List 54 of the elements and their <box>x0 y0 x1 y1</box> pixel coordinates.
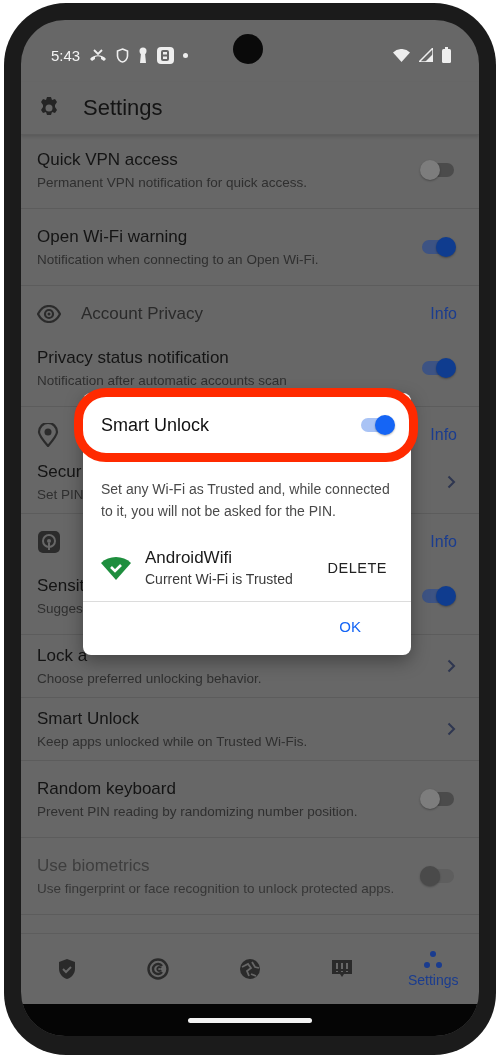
home-indicator[interactable] <box>188 1017 312 1023</box>
c-letter-circle-icon <box>147 958 170 980</box>
info-link[interactable]: Info <box>430 305 457 323</box>
chevron-right-icon[interactable] <box>447 475 456 489</box>
setting-description: Notification when connecting to an Open Wi-Fi. <box>37 252 319 267</box>
chevron-right-icon[interactable] <box>447 659 456 673</box>
shield-icon <box>116 47 130 63</box>
setting-title: Lock a <box>37 646 88 666</box>
toggle-switch[interactable] <box>359 415 395 435</box>
setting-title: Sensit <box>37 576 85 596</box>
info-link[interactable]: Info <box>430 533 457 551</box>
dialog-description: Set any Wi-Fi as Trusted and, while connected to it, you will not be asked for the PIN. <box>100 480 391 521</box>
status-time: 5:43 <box>51 46 81 64</box>
setting-title: Open Wi-Fi warning <box>37 227 188 247</box>
setting-description: Choose preferred unlocking behavior. <box>37 671 262 686</box>
setting-title: Quick VPN access <box>37 150 178 170</box>
toggle-switch[interactable] <box>420 237 456 257</box>
toggle-switch[interactable] <box>420 160 456 180</box>
dot-icon <box>183 52 189 58</box>
setting-description: Notification after automatic accounts scan <box>37 373 287 388</box>
nav-tab[interactable]: Settings <box>387 944 479 994</box>
toggle-switch[interactable] <box>420 586 456 606</box>
info-link[interactable]: Info <box>430 426 457 444</box>
setting-title: Smart Unlock <box>37 709 140 729</box>
setting-description: Sugges <box>37 601 83 616</box>
setting-description: Keep apps unlocked while on Trusted Wi-Fis. <box>37 734 308 749</box>
setting-description: Permanent VPN notification for quick access. <box>37 175 308 190</box>
chevron-right-icon[interactable] <box>447 722 456 736</box>
setting-title: Secur <box>37 462 82 482</box>
setting-title: Privacy status notification <box>37 348 229 368</box>
network-status: Current Wi-Fi is Trusted <box>145 571 294 587</box>
wifi-icon <box>393 48 410 62</box>
screen-title: Settings <box>83 95 163 121</box>
signal-icon <box>419 48 433 62</box>
dots-icon <box>423 950 444 969</box>
battery-icon <box>442 47 451 63</box>
network-name: AndroidWifi <box>145 548 233 568</box>
location-pin-icon <box>37 423 59 447</box>
toggle-switch[interactable] <box>420 789 456 809</box>
shield-check-icon <box>56 958 77 980</box>
setting-description: Set PIN <box>37 487 84 502</box>
ok-button[interactable]: OK <box>333 614 367 639</box>
toggle-switch[interactable] <box>420 358 456 378</box>
eye-icon <box>37 305 61 323</box>
dialog-title: Smart Unlock <box>101 414 211 436</box>
wifi-check-icon <box>101 555 131 580</box>
setting-description: Prevent PIN reading by randomizing number position. <box>37 804 358 819</box>
keyhole-icon <box>138 47 149 63</box>
globe-icon <box>239 958 261 980</box>
section-title: Account Privacy <box>81 304 204 324</box>
delete-button[interactable]: DELETE <box>319 553 395 582</box>
broadcast-icon <box>37 530 61 554</box>
setting-title: Random keyboard <box>37 779 176 799</box>
camera-hole <box>233 34 263 64</box>
